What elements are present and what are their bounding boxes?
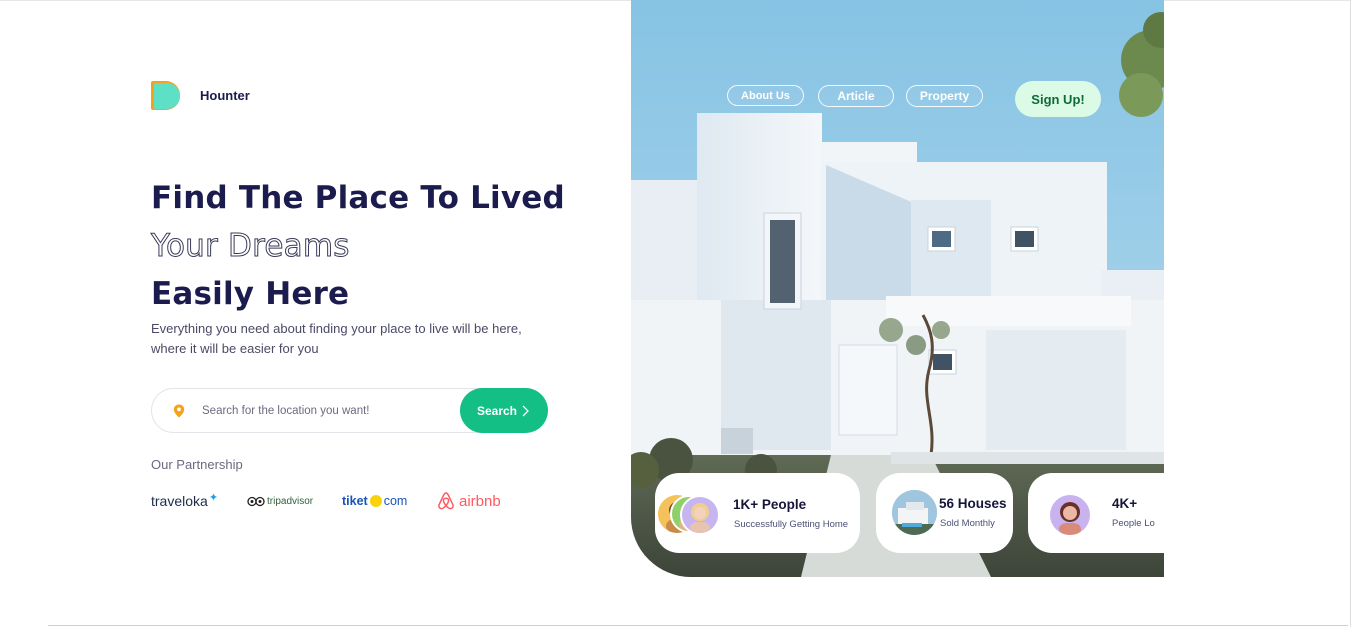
search-input[interactable] [202, 399, 452, 423]
search-bar: Search [151, 388, 548, 433]
partner-name: traveloka [151, 493, 208, 509]
brand-name: Hounter [200, 88, 250, 103]
partner-name: tripadvisor [267, 495, 314, 507]
stat-card-people: 1K+ People Successfully Getting Home [655, 473, 860, 553]
tripadvisor-logo[interactable]: tripadvisor [247, 488, 313, 514]
partner-name: tiket [342, 494, 368, 508]
nav-article[interactable]: Article [818, 85, 894, 107]
avatar [680, 495, 720, 535]
airbnb-mark-icon [438, 492, 454, 510]
stat-card-houses: 56 Houses Sold Monthly [876, 473, 1013, 553]
bird-icon: ✦ [208, 491, 219, 504]
stat-label: People Lo [1112, 518, 1155, 529]
partner-name-suffix: com [383, 494, 408, 508]
sign-up-button[interactable]: Sign Up! [1015, 81, 1101, 117]
hero-subtitle: Everything you need about finding your p… [151, 321, 522, 356]
dot-icon [369, 495, 382, 507]
partnership-title: Our Partnership [151, 457, 243, 472]
hero-title-line-2-outline: Your Dreams [151, 228, 350, 265]
brand-logo[interactable]: Hounter [151, 81, 250, 110]
partner-name: airbnb [459, 492, 501, 510]
location-pin-icon [173, 404, 185, 418]
search-button[interactable]: Search [460, 388, 548, 433]
nav-about-us[interactable]: About Us [727, 85, 804, 106]
owl-icon [247, 496, 265, 506]
search-button-label: Search [476, 403, 518, 418]
hero-title-line-1: Find The Place To Lived [151, 180, 565, 216]
stat-value: 4K+ [1112, 496, 1138, 511]
house-thumbnail [892, 490, 937, 535]
avatar [1050, 495, 1090, 535]
tiket-logo[interactable]: tiket com [342, 488, 407, 514]
logo-icon [151, 81, 180, 110]
stat-value: 56 Houses [939, 496, 1007, 511]
nav-property[interactable]: Property [906, 85, 983, 107]
stat-card-people-love: 4K+ People Lo [1028, 473, 1164, 553]
hero-title-line-3: Easily Here [151, 276, 350, 312]
airbnb-logo[interactable]: airbnb [437, 488, 501, 514]
stat-value: 1K+ People [733, 497, 807, 512]
traveloka-logo[interactable]: traveloka ✦ [151, 488, 218, 514]
stat-label: Sold Monthly [940, 518, 995, 529]
stat-label: Successfully Getting Home [734, 519, 849, 530]
divider [48, 625, 1348, 626]
chevron-right-icon [522, 405, 529, 416]
